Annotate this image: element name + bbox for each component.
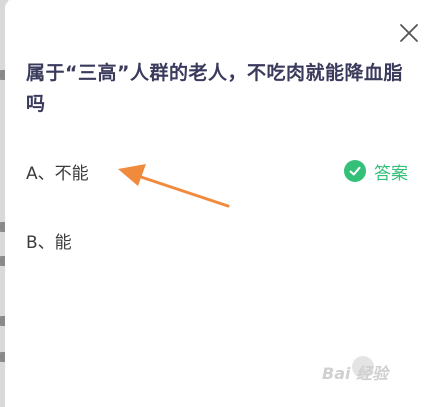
pointer-arrow-icon [118, 164, 230, 208]
watermark: Bai 经验 [322, 364, 389, 383]
screen: 属于“三高”人群的老人，不吃肉就能降血脂吗 A、不能 B、能 答案 Bai 经验 [0, 0, 431, 407]
